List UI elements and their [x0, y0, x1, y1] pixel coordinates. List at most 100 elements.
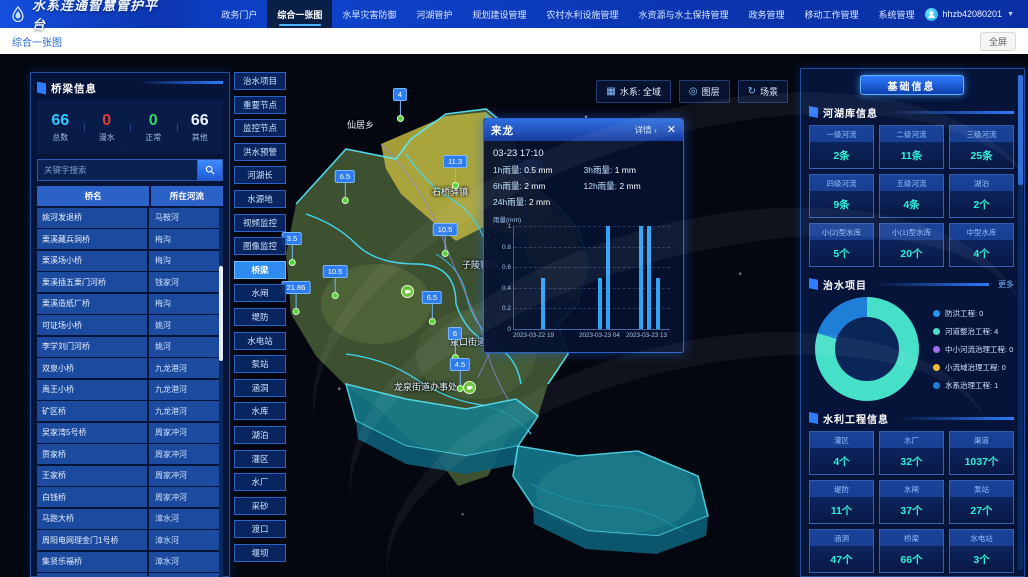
river-name-cell: 梅沟 [149, 229, 223, 249]
river-card-value: 2条 [810, 142, 873, 168]
station-badge[interactable]: 10.5 [433, 223, 458, 257]
bridge-stat: 66其他 [177, 112, 224, 143]
user-menu[interactable]: hhzb42080201 ▼ [925, 0, 1028, 28]
map-control-button[interactable]: ▦水系: 全域 [596, 80, 670, 103]
popup-detail-link[interactable]: 详情 › [635, 124, 657, 136]
close-icon[interactable]: ✕ [667, 125, 676, 136]
camera-marker-icon[interactable] [463, 381, 476, 394]
layer-menu-item[interactable]: 泵站 [234, 355, 286, 373]
user-avatar [925, 8, 938, 21]
bar-slot [580, 226, 588, 329]
layer-menu-item[interactable]: 水库 [234, 402, 286, 420]
table-row[interactable]: 贾家桥周家冲河 [37, 444, 223, 464]
map-control-button[interactable]: ↻场景 [738, 80, 788, 103]
table-row[interactable]: 栗溪藏兵洞桥梅沟 [37, 229, 223, 249]
nav-item[interactable]: 系统管理 [868, 0, 924, 28]
layer-menu-item[interactable]: 灌区 [234, 450, 286, 468]
header-line [876, 283, 989, 286]
engineering-card-value: 3个 [950, 546, 1013, 572]
table-row[interactable]: 漳河5号可证桥漳水河 [37, 573, 223, 577]
table-row[interactable]: 白钱桥周家冲河 [37, 487, 223, 507]
table-row[interactable]: 栗溪造纸厂桥梅沟 [37, 294, 223, 314]
station-badge[interactable]: 6.5 [335, 170, 355, 204]
search-input[interactable] [37, 159, 197, 181]
x-tick-label: 2023-03-23 04 [579, 332, 620, 339]
layer-menu: 治水项目重要节点监控节点洪水预警河湖长水源地视频监控图像监控桥梁水闸堤防水电站泵… [234, 72, 286, 577]
engineering-card-label: 桥梁 [880, 530, 943, 546]
layer-menu-item[interactable]: 水厂 [234, 473, 286, 491]
station-badge[interactable]: 10.5 [323, 265, 348, 299]
search-button[interactable] [197, 159, 223, 181]
table-row[interactable]: 集贤乐福桥漳水河 [37, 552, 223, 572]
more-link[interactable]: 更多 [998, 279, 1014, 290]
table-row[interactable]: 可证场小桥姚河 [37, 315, 223, 335]
fullscreen-button[interactable]: 全屏 [980, 32, 1016, 51]
layer-menu-item[interactable]: 水电站 [234, 332, 286, 350]
layer-menu-item[interactable]: 河湖长 [234, 166, 286, 184]
table-row[interactable]: 王家桥周家冲河 [37, 466, 223, 486]
river-card-value: 9条 [810, 191, 873, 217]
nav-item[interactable]: 农村水利设施管理 [536, 0, 628, 28]
table-row[interactable]: 栗溪场小桥梅沟 [37, 251, 223, 271]
table-row[interactable]: 吴家湾5号桥周家冲河 [37, 423, 223, 443]
y-tick-label: 0.8 [497, 244, 511, 251]
badge-stem [454, 340, 455, 354]
camera-marker-icon[interactable] [401, 285, 414, 298]
bar-slot [555, 226, 563, 329]
layer-menu-item[interactable]: 渡口 [234, 520, 286, 538]
layer-menu-item[interactable]: 桥梁 [234, 261, 286, 279]
breadcrumb[interactable]: 综合一张图 [12, 34, 62, 49]
layer-menu-item[interactable]: 视频监控 [234, 214, 286, 232]
projects-legend: 防洪工程: 0河道整治工程: 4中小河流治理工程: 0小流域治理工程: 0水系治… [933, 308, 1013, 391]
layer-menu-item[interactable]: 采砂 [234, 497, 286, 515]
nav-item[interactable]: 移动工作管理 [794, 0, 868, 28]
table-row[interactable]: 周阳电网理金门1号桥漳水河 [37, 530, 223, 550]
layer-menu-item[interactable]: 水源地 [234, 190, 286, 208]
legend-label: 中小河流治理工程: 0 [945, 344, 1013, 355]
station-badge[interactable]: 4 [393, 88, 407, 122]
layer-menu-item[interactable]: 治水项目 [234, 72, 286, 90]
table-row[interactable]: 李学刘门河桥姚河 [37, 337, 223, 357]
nav-item[interactable]: 综合一张图 [267, 0, 332, 28]
bridge-name-cell: 漳河5号可证桥 [37, 573, 147, 577]
panel-scrollbar[interactable] [1018, 75, 1023, 570]
layer-menu-item[interactable]: 重要节点 [234, 96, 286, 114]
y-tick-label: 0.4 [497, 285, 511, 292]
y-tick-label: 0 [497, 326, 511, 333]
tab-basic-info[interactable]: 基础信息 [860, 75, 964, 95]
nav-item[interactable]: 水资源与水土保持管理 [628, 0, 738, 28]
bar-slot [596, 226, 604, 329]
layer-menu-item[interactable]: 洪水预警 [234, 143, 286, 161]
layer-menu-item[interactable]: 湖泊 [234, 426, 286, 444]
table-row[interactable]: 栗溪插五栗门河桥钱家河 [37, 272, 223, 292]
station-badge[interactable]: 6 [448, 327, 462, 361]
nav-item[interactable]: 规划建设管理 [462, 0, 536, 28]
nav-item[interactable]: 政务门户 [211, 0, 267, 28]
river-name-cell: 九龙港河 [149, 401, 223, 421]
station-badge[interactable]: 6.5 [422, 291, 442, 325]
map-control-button[interactable]: ◎图层 [679, 80, 730, 103]
legend-label: 小流域治理工程: 0 [945, 362, 1006, 373]
table-row[interactable]: 禹王小桥九龙港河 [37, 380, 223, 400]
nav-item[interactable]: 河湖管护 [406, 0, 462, 28]
badge-stem [444, 236, 445, 250]
nav-item[interactable]: 水旱灾害防御 [332, 0, 406, 28]
nav-item[interactable]: 政务管理 [738, 0, 794, 28]
table-scrollbar[interactable] [219, 208, 223, 577]
scrollbar-thumb[interactable] [1018, 75, 1023, 185]
river-card-value: 4个 [950, 240, 1013, 266]
station-badge[interactable]: 11.3 [443, 155, 467, 189]
table-row[interactable]: 姚河发退桥马鞍河 [37, 208, 223, 228]
layer-menu-item[interactable]: 图像监控 [234, 237, 286, 255]
layer-menu-item[interactable]: 堰坝 [234, 544, 286, 562]
layer-menu-item[interactable]: 涵洞 [234, 379, 286, 397]
layer-menu-item[interactable]: 监控节点 [234, 119, 286, 137]
table-row[interactable]: 双泉小桥九龙港河 [37, 358, 223, 378]
info-card: 中型水库4个 [949, 223, 1014, 267]
layer-menu-item[interactable]: 水闸 [234, 284, 286, 302]
table-row[interactable]: 矿区桥九龙港河 [37, 401, 223, 421]
layer-menu-item[interactable]: 堤防 [234, 308, 286, 326]
legend-label: 水系治理工程: 1 [945, 380, 998, 391]
scrollbar-thumb[interactable] [219, 266, 223, 361]
table-row[interactable]: 马跑大桥漳水河 [37, 509, 223, 529]
